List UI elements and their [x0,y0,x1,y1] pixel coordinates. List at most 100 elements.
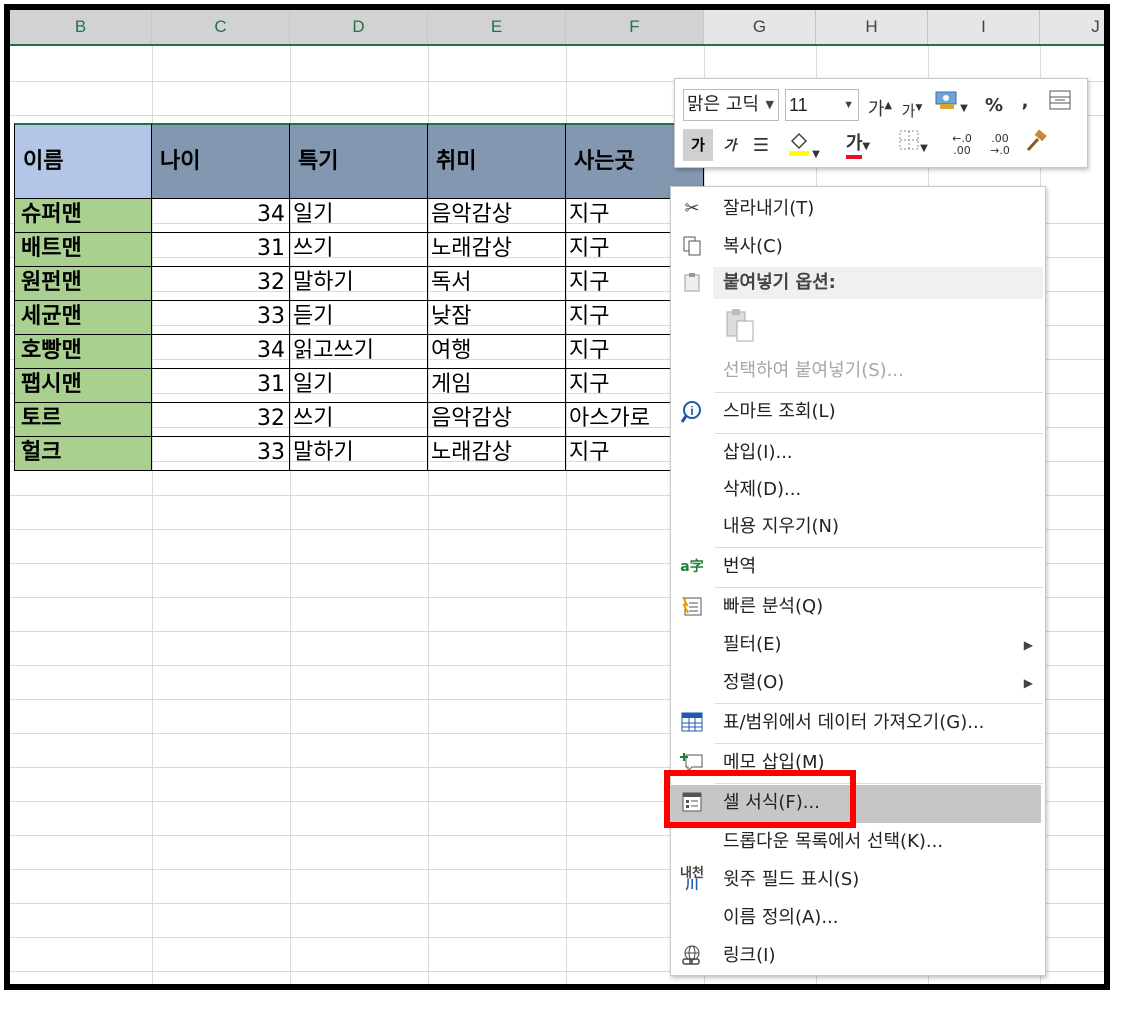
merge-center-button[interactable] [1045,89,1075,119]
font-size-box[interactable]: 11 ▼ [785,89,859,121]
menu-item-pick-dropdown[interactable]: 드롭다운 목록에서 선택(K)... [671,824,1045,860]
menu-item-define-name[interactable]: 이름 정의(A)... [671,900,1045,936]
italic-button[interactable]: 가 [717,131,743,161]
font-name-box[interactable]: 맑은 고딕 ▼ [683,89,779,121]
decrease-decimal-button[interactable]: .00 →.0 [983,133,1017,163]
table-cell-hobby[interactable]: 게임 [428,369,566,403]
header-cell-age[interactable]: 나이 [152,123,290,199]
menu-item-label: 복사(C) [723,236,783,257]
font-color-button[interactable]: 가▼ [835,129,881,159]
increase-decimal-button[interactable]: ←.0.00 [945,133,979,163]
table-cell-skill[interactable]: 일기 [290,369,428,403]
chevron-down-icon[interactable]: ▼ [843,90,854,120]
table-cell-name[interactable]: 세균맨 [14,301,152,335]
bold-button[interactable]: 가 [683,129,713,161]
column-header-g[interactable]: G [704,10,816,44]
fill-color-button[interactable]: ▼ [781,129,825,160]
menu-item-delete[interactable]: 삭제(D)... [671,472,1045,508]
header-cell-hobby[interactable]: 취미 [428,123,566,199]
table-cell-age[interactable]: 31 [152,369,290,403]
table-cell-age[interactable]: 34 [152,335,290,369]
table-cell-skill[interactable]: 일기 [290,199,428,233]
table-cell-age[interactable]: 31 [152,233,290,267]
menu-item-label: 잘라내기(T) [723,198,815,219]
column-header-j[interactable]: J [1040,10,1104,44]
table-cell-name[interactable]: 호빵맨 [14,335,152,369]
paste-icon [723,309,757,349]
table-cell-age[interactable]: 33 [152,301,290,335]
shrink-font-button[interactable]: 가▼ [897,93,927,123]
column-header-i[interactable]: I [928,10,1040,44]
translate-icon: a字 [680,559,704,575]
menu-item-translate[interactable]: a字 번역 [671,549,1045,585]
table-cell-name[interactable]: 헐크 [14,437,152,471]
menu-item-filter[interactable]: 필터(E) ▶ [671,627,1045,663]
table-cell-skill[interactable]: 쓰기 [290,403,428,437]
menu-item-phonetic[interactable]: 내천 川 윗주 필드 표시(S) [671,862,1045,898]
table-cell-hobby[interactable]: 음악감상 [428,199,566,233]
menu-item-clear-contents[interactable]: 내용 지우기(N) [671,509,1045,545]
table-cell-skill[interactable]: 듣기 [290,301,428,335]
table-cell-hobby[interactable]: 음악감상 [428,403,566,437]
table-cell-hobby[interactable]: 독서 [428,267,566,301]
menu-item-label: 표/범위에서 데이터 가져오기(G)... [723,712,985,733]
format-painter-button[interactable] [1021,129,1051,159]
svg-text:i: i [690,404,693,418]
table-cell-name[interactable]: 팹시맨 [14,369,152,403]
table-cell-hobby[interactable]: 노래감상 [428,437,566,471]
align-center-button[interactable]: ☰ [747,131,775,161]
table-cell-age[interactable]: 32 [152,267,290,301]
grow-font-button[interactable]: 가▲ [865,91,895,121]
header-cell-skill[interactable]: 특기 [290,123,428,199]
column-header-h[interactable]: H [816,10,928,44]
menu-item-get-data[interactable]: 표/범위에서 데이터 가져오기(G)... [671,705,1045,741]
menu-item-quick-analysis[interactable]: 빠른 분석(Q) [671,589,1045,625]
table-cell-hobby[interactable]: 여행 [428,335,566,369]
percent-style-button[interactable]: % [981,91,1007,121]
table-cell-age[interactable]: 32 [152,403,290,437]
table-cell-hobby[interactable]: 노래감상 [428,233,566,267]
table-cell-name[interactable]: 원펀맨 [14,267,152,301]
menu-item-link[interactable]: 링크(I) [671,938,1045,974]
spreadsheet-area: B C D E F G H I J 이름 나이 특기 취미 사는곳 슈퍼맨 34… [10,10,1104,984]
font-color-icon: 가 [845,133,863,159]
paste-options-header: 붙여넣기 옵션: [713,267,1043,299]
accounting-format-button[interactable]: ▼ [931,89,971,119]
table-cell-name[interactable]: 배트맨 [14,233,152,267]
menu-item-sort[interactable]: 정렬(O) ▶ [671,665,1045,701]
menu-item-label: 삭제(D)... [723,479,802,500]
column-header-b[interactable]: B [10,10,152,44]
table-cell-skill[interactable]: 말하기 [290,437,428,471]
header-cell-name[interactable]: 이름 [14,123,152,199]
table-cell-age[interactable]: 34 [152,199,290,233]
table-cell-hobby[interactable]: 낮잠 [428,301,566,335]
column-header-f[interactable]: F [566,10,704,44]
comma-style-button[interactable]: , [1015,87,1035,117]
column-header-d[interactable]: D [290,10,428,44]
table-cell-skill[interactable]: 쓰기 [290,233,428,267]
align-center-icon: ☰ [752,135,770,156]
link-icon [679,944,705,968]
chevron-down-icon[interactable]: ▼ [766,90,774,120]
menu-separator [715,547,1043,548]
table-cell-age[interactable]: 33 [152,437,290,471]
column-header-c[interactable]: C [152,10,290,44]
menu-item-insert[interactable]: 삽입(I)... [671,435,1045,471]
table-cell-name[interactable]: 토르 [14,403,152,437]
table-cell-name[interactable]: 슈퍼맨 [14,199,152,233]
table-cell-skill[interactable]: 말하기 [290,267,428,301]
column-header-e[interactable]: E [428,10,566,44]
menu-item-smart-lookup[interactable]: i 스마트 조회(L) [671,394,1045,430]
menu-item-label: 드롭다운 목록에서 선택(K)... [723,831,944,852]
copy-icon [679,235,705,259]
menu-item-label: 삽입(I)... [723,442,793,463]
menu-item-cut[interactable]: ✂ 잘라내기(T) [671,191,1045,227]
paste-button[interactable] [723,307,759,347]
table-cell-skill[interactable]: 읽고쓰기 [290,335,428,369]
scissors-icon: ✂ [684,198,700,219]
increase-decimal-label: .00 [953,144,971,157]
borders-button[interactable]: ▼ [891,129,935,159]
decrease-decimal-icon: →.0 [990,144,1010,157]
menu-item-copy[interactable]: 복사(C) [671,229,1045,265]
context-menu: ✂ 잘라내기(T) 복사(C) 붙여넣기 옵션: 선택하여 붙여넣기(S)...… [670,186,1046,976]
